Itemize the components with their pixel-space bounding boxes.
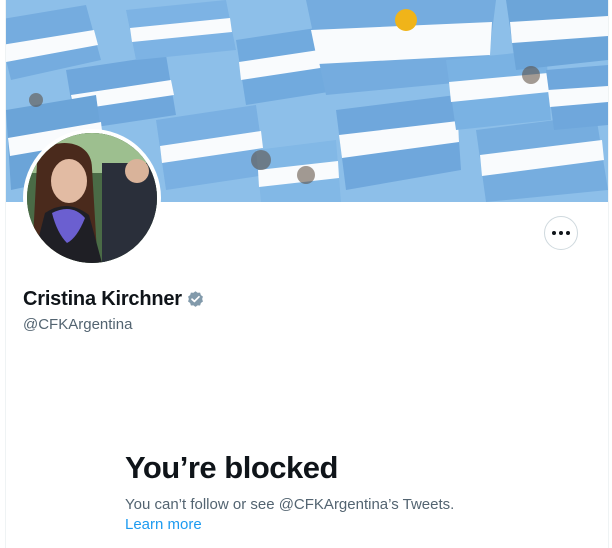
learn-more-link[interactable]: Learn more [125, 515, 202, 535]
profile-avatar[interactable] [23, 129, 161, 267]
profile-page: Cristina Kirchner @CFKArgentina You’re b… [5, 0, 609, 548]
blocked-notice: You’re blocked You can’t follow or see @… [125, 450, 565, 535]
profile-name-row: Cristina Kirchner [23, 288, 205, 311]
blocked-title: You’re blocked [125, 450, 338, 485]
verified-badge-icon[interactable] [186, 290, 205, 309]
profile-display-name: Cristina Kirchner [23, 288, 182, 310]
more-options-button[interactable] [544, 216, 578, 250]
profile-handle: @CFKArgentina [23, 316, 133, 333]
more-horizontal-icon [552, 231, 570, 235]
blocked-message: You can’t follow or see @CFKArgentina’s … [125, 496, 455, 513]
